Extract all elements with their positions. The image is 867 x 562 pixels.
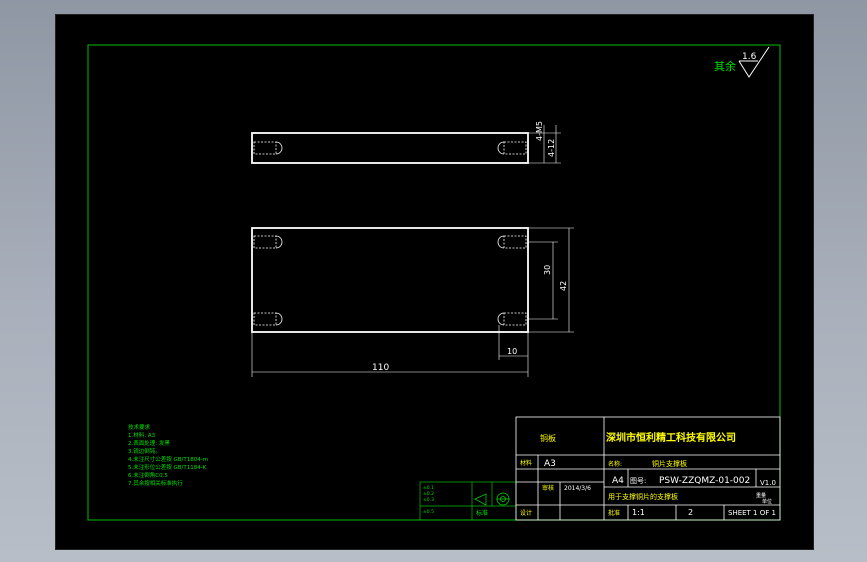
dim-length: 110 <box>372 363 389 373</box>
checked-label: 审核 <box>542 484 554 492</box>
tech-requirements: 技术要求 1.材料: A3 2.表面处理: 发黑 3.锐边倒钝。 4.未注尺寸公… <box>128 423 208 487</box>
material-value: A3 <box>544 459 556 469</box>
scale: 1:1 <box>632 508 645 517</box>
name-label: 名称: <box>608 460 622 468</box>
quantity: 2 <box>688 508 693 517</box>
svg-text:4.未注尺寸公差按 GB/T1804-m: 4.未注尺寸公差按 GB/T1804-m <box>128 455 208 463</box>
description: 用于支撑铜片的支撑板 <box>608 492 678 501</box>
weight-label: 重量 <box>756 492 766 499</box>
roughness-symbol: 其余 1.6 <box>714 46 770 78</box>
sheet-number: SHEET 1 OF 1 <box>728 509 776 517</box>
svg-text:2.表面处理: 发黑: 2.表面处理: 发黑 <box>128 439 170 447</box>
description-label: 铜板 <box>540 433 556 443</box>
svg-text:5.未注形位公差按 GB/T1184-K: 5.未注形位公差按 GB/T1184-K <box>128 463 207 471</box>
dim-height-inner: 30 <box>543 265 552 275</box>
roughness-label: 其余 <box>714 59 736 73</box>
cad-drawing: 其余 1.6 4-M5 4-12 30 42 110 10 技术要求 1.材料:… <box>87 44 781 521</box>
svg-text:±0.5: ±0.5 <box>423 509 434 515</box>
material-label: 材料 <box>520 459 532 467</box>
svg-text:技术要求: 技术要求 <box>128 423 151 431</box>
dim-height-outer: 42 <box>559 281 568 291</box>
dim-depth: 4-12 <box>547 139 556 157</box>
drawing-frame <box>87 44 781 521</box>
svg-text:标准: 标准 <box>476 509 488 517</box>
company-name: 深圳市恒利精工科技有限公司 <box>606 431 736 444</box>
part-name: 铜片支撑板 <box>652 459 687 468</box>
approved-label: 批准 <box>608 509 620 517</box>
dim-offset: 10 <box>507 347 517 356</box>
unit-label: 单位 <box>762 498 772 505</box>
dim-hole-note: 4-M5 <box>535 121 544 141</box>
svg-text:1.材料: A3: 1.材料: A3 <box>128 431 156 439</box>
version: V1.0 <box>760 479 776 487</box>
svg-text:±0.3: ±0.3 <box>423 497 434 503</box>
part-top-view: 4-M5 4-12 <box>251 121 561 164</box>
drawing-sheet: 其余 1.6 4-M5 4-12 30 42 110 10 技术要求 1.材料:… <box>55 14 814 550</box>
designed-label: 设计 <box>520 509 532 517</box>
svg-text:±0.2: ±0.2 <box>423 491 434 497</box>
part-front-view: 30 42 110 10 <box>251 227 574 377</box>
projection-symbol-icon <box>474 492 510 506</box>
drawing-number: PSW-ZZQMZ-01-002 <box>659 476 750 486</box>
sheet-size: A4 <box>612 476 624 486</box>
svg-text:3.锐边倒钝。: 3.锐边倒钝。 <box>128 447 161 455</box>
svg-text:6.未注倒角C0.5: 6.未注倒角C0.5 <box>128 471 168 479</box>
svg-text:7.其余按相关标准执行: 7.其余按相关标准执行 <box>128 479 183 487</box>
drawing-no-label: 图号: <box>630 477 646 485</box>
svg-text:±0.1: ±0.1 <box>423 485 434 491</box>
date: 2014/3/6 <box>564 485 591 492</box>
